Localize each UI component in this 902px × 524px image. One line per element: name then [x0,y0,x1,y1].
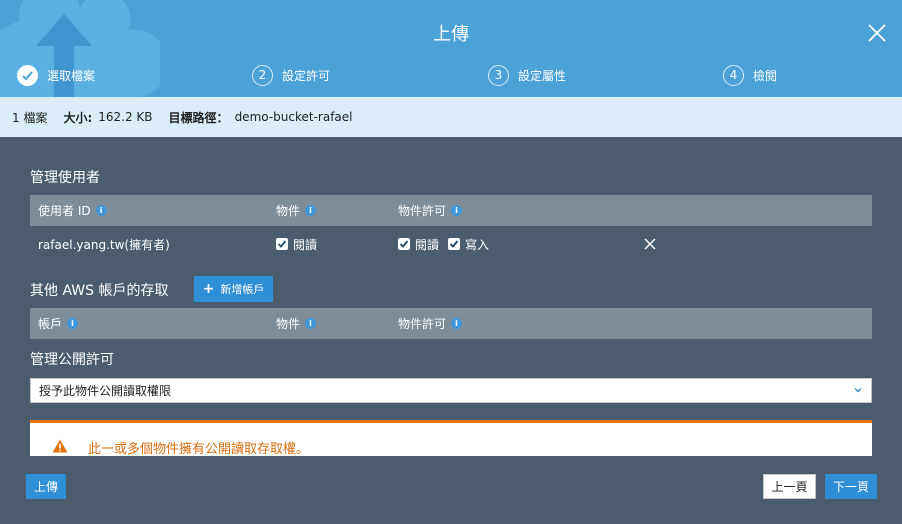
remove-user-button[interactable] [644,228,656,260]
info-icon[interactable]: i [451,205,463,216]
public-permissions-title: 管理公開許可 [30,352,114,368]
step-set-properties[interactable]: 3 設定屬性 [488,64,566,86]
add-account-button[interactable]: + 新增帳戶 [194,276,273,302]
file-count: 1 檔案 [12,110,48,125]
checkbox-label: 閱讀 [293,237,318,252]
checkbox-checked-icon[interactable] [276,238,288,250]
checkbox-label: 寫入 [465,237,490,252]
modal-header: 上傳 選取檔案 2 設定許可 3 設定屬性 4 檢閱 [0,0,902,97]
column-account: 帳戶 i [38,308,79,339]
checkbox-label: 閱讀 [415,237,440,252]
warning-message: 此一或多個物件擁有公開讀取存取權。 [88,442,310,457]
warning-icon [52,439,68,453]
info-icon[interactable]: i [67,318,79,329]
info-icon[interactable]: i [95,205,107,216]
step-number: 2 [252,64,273,86]
step-number: 4 [723,64,744,86]
upload-summary-bar: 1 檔案 大小: 162.2 KB 目標路徑： demo-bucket-rafa… [0,97,902,137]
modal-title: 上傳 [433,24,469,45]
step-label: 選取檔案 [47,68,96,83]
column-object-permissions: 物件許可 i [398,195,463,226]
users-table-header: 使用者 ID i 物件 i 物件許可 i [30,195,872,226]
step-indicator: 選取檔案 2 設定許可 3 設定屬性 4 檢閱 [0,64,902,88]
info-icon[interactable]: i [305,318,317,329]
step-number: 3 [488,64,509,86]
accounts-table-header: 帳戶 i 物件 i 物件許可 i [30,308,872,339]
selected-option: 授予此物件公開讀取權限 [39,384,172,398]
check-circle-icon [17,64,38,86]
column-user-id: 使用者 ID i [38,195,107,226]
info-icon[interactable]: i [451,318,463,329]
previous-button[interactable]: 上一頁 [763,474,816,499]
user-id: rafael.yang.tw(擁有者) [38,237,170,252]
checkbox-checked-icon[interactable] [398,238,410,250]
checkbox-checked-icon[interactable] [448,238,461,250]
column-object: 物件 i [276,195,317,226]
chevron-down-icon [854,388,862,393]
path-value: demo-bucket-rafael [234,110,353,124]
step-select-files[interactable]: 選取檔案 [17,64,95,86]
permission-checkboxes: 閱讀 寫入 [398,228,498,260]
other-accounts-title: 其他 AWS 帳戶的存取 [30,283,169,299]
plus-icon: + [202,281,215,297]
column-object-permissions: 物件許可 i [398,308,463,339]
table-row: rafael.yang.tw(擁有者) 閱讀 閱讀 寫入 [30,228,872,260]
close-icon[interactable] [644,238,656,250]
upload-button[interactable]: 上傳 [26,474,66,499]
step-label: 檢閱 [753,68,778,83]
public-permissions-select[interactable]: 授予此物件公開讀取權限 [30,378,872,403]
step-review[interactable]: 4 檢閱 [723,64,777,86]
path-label: 目標路徑： [168,110,229,125]
object-read-checkbox[interactable]: 閱讀 [276,228,326,260]
manage-users-title: 管理使用者 [30,170,100,186]
size-label: 大小: [63,110,93,125]
next-button[interactable]: 下一頁 [825,474,877,499]
step-set-permissions[interactable]: 2 設定許可 [252,64,330,86]
info-icon[interactable]: i [305,205,317,216]
public-access-warning: 此一或多個物件擁有公開讀取存取權。 [30,420,872,457]
step-label: 設定屬性 [518,68,567,83]
close-icon[interactable] [866,22,888,44]
column-object: 物件 i [276,308,317,339]
step-label: 設定許可 [282,68,331,83]
size-value: 162.2 KB [98,110,153,124]
